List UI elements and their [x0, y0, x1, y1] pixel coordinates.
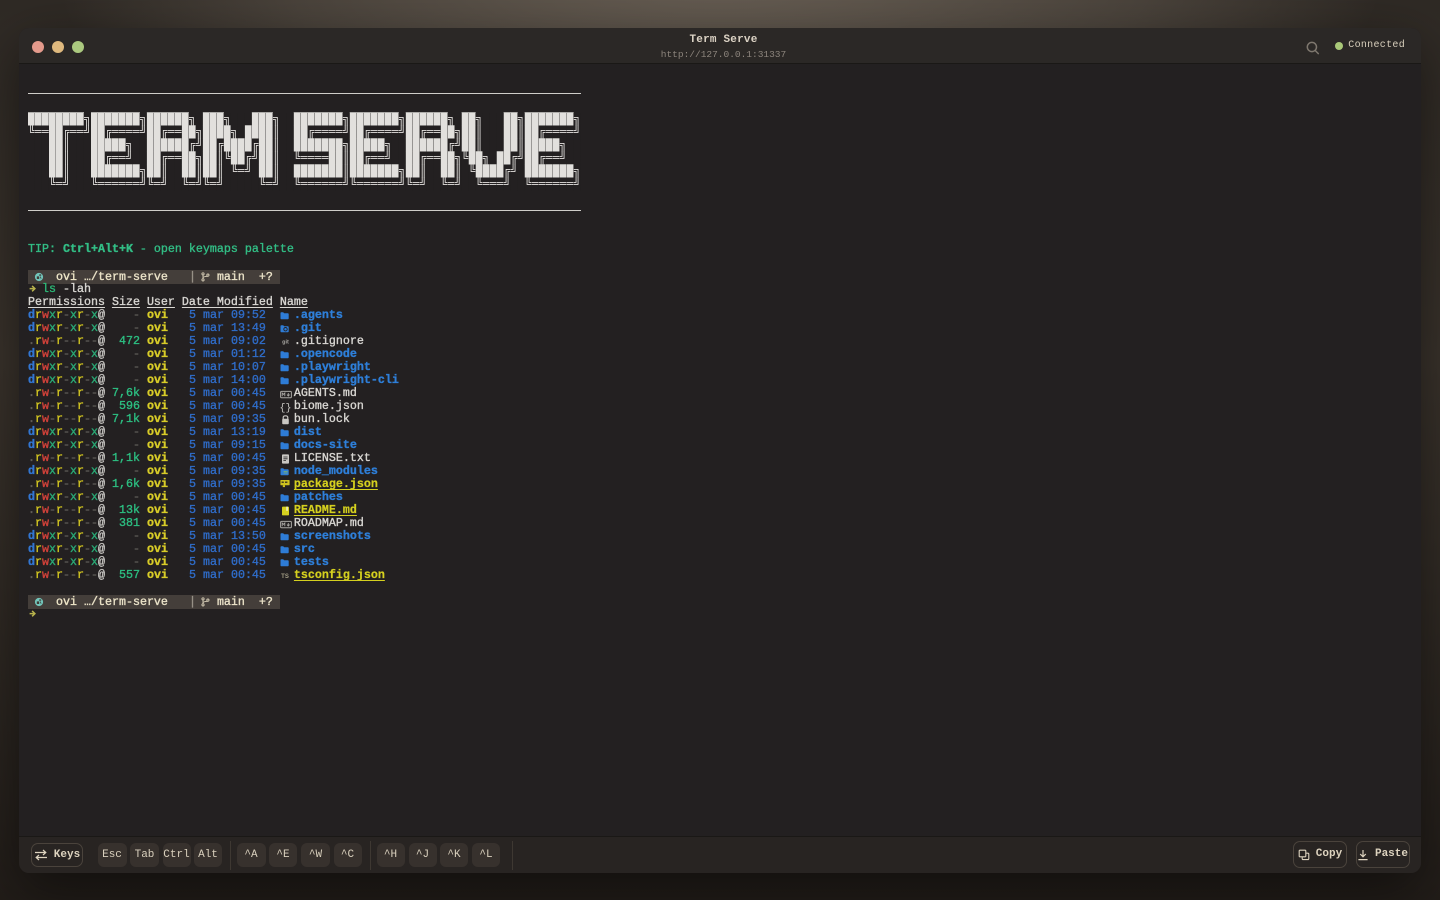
svg-text:TS: TS — [281, 574, 289, 580]
svg-text:git: git — [282, 340, 289, 346]
